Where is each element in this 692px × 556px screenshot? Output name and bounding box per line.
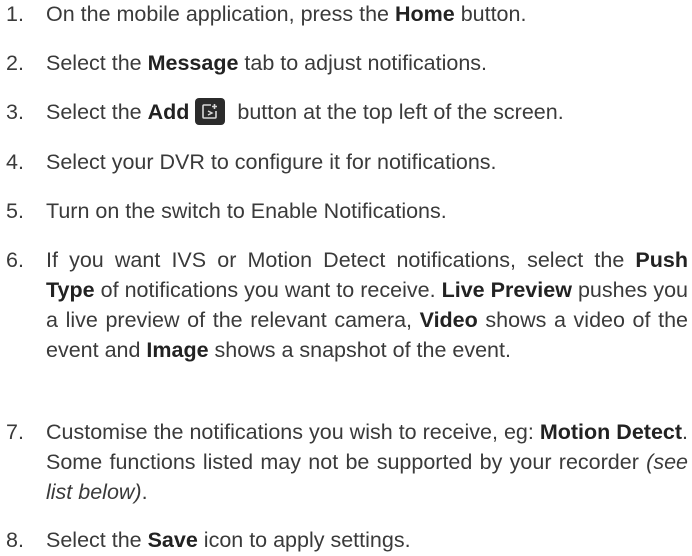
step-text: If you want IVS or Motion Detect notific… — [46, 248, 688, 362]
step-2: 2. Select the Message tab to adjust noti… — [6, 48, 688, 78]
save-label: Save — [147, 528, 198, 552]
step-number: 3. — [6, 100, 24, 124]
step-text: Select your DVR to configure it for noti… — [46, 150, 497, 174]
home-label: Home — [394, 2, 455, 26]
step-text: Select the Add button at the top left of… — [46, 98, 564, 125]
step-text: On the mobile application, press the Hom… — [46, 2, 527, 26]
step-6: 6. If you want IVS or Motion Detect noti… — [6, 245, 688, 365]
motion-detect-label: Motion Detect — [539, 420, 683, 444]
step-number: 7. — [6, 420, 24, 444]
step-number: 1. — [6, 2, 24, 26]
step-number: 6. — [6, 248, 24, 272]
step-number: 8. — [6, 528, 24, 552]
video-label: Video — [419, 308, 478, 332]
step-text: Select the Message tab to adjust notific… — [46, 51, 488, 75]
step-text: Customise the notifications you wish to … — [46, 420, 688, 504]
message-label: Message — [147, 51, 239, 75]
step-4: 4. Select your DVR to configure it for n… — [6, 147, 688, 177]
step-number: 5. — [6, 199, 24, 223]
step-3: 3. Select the Add button at the top left… — [6, 97, 688, 127]
step-8: 8. Select the Save icon to apply setting… — [6, 525, 688, 555]
step-1: 1. On the mobile application, press the … — [6, 0, 688, 29]
add-device-icon — [195, 98, 226, 125]
step-5: 5. Turn on the switch to Enable Notifica… — [6, 196, 688, 226]
image-label: Image — [146, 338, 209, 362]
step-text: Turn on the switch to Enable Notificatio… — [46, 199, 447, 223]
add-label: Add — [147, 100, 190, 124]
step-number: 2. — [6, 51, 24, 75]
live-preview-label: Live Preview — [441, 278, 572, 302]
step-7: 7. Customise the notifications you wish … — [6, 417, 688, 507]
step-number: 4. — [6, 150, 24, 174]
step-text: Select the Save icon to apply settings. — [46, 528, 411, 552]
instructions-list: 1. On the mobile application, press the … — [0, 0, 692, 556]
